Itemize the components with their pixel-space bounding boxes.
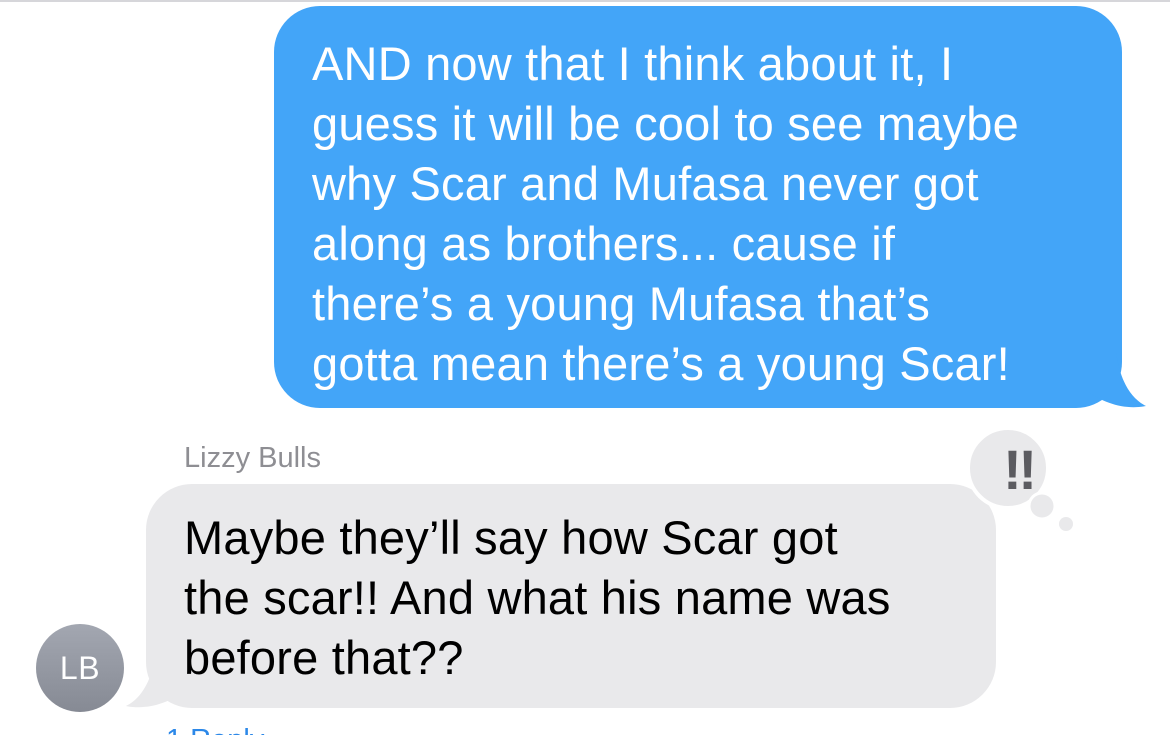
exclamation-tapback-icon[interactable]: ‼ xyxy=(956,420,1076,540)
message-thread: AND now that I think about it, I guess i… xyxy=(0,0,1170,735)
received-bubble-tail xyxy=(126,652,186,708)
received-message-text: Maybe they’ll say how Scar got the scar!… xyxy=(184,511,891,684)
received-message-bubble[interactable]: Maybe they’ll say how Scar got the scar!… xyxy=(146,484,996,708)
sent-message-text: AND now that I think about it, I guess i… xyxy=(312,37,1019,390)
tapback-glyph: ‼ xyxy=(1003,438,1037,501)
avatar[interactable]: LB xyxy=(36,624,124,712)
sent-message-bubble[interactable]: AND now that I think about it, I guess i… xyxy=(274,6,1122,408)
top-divider xyxy=(0,0,1170,2)
sender-name: Lizzy Bulls xyxy=(184,442,321,474)
sent-bubble-tail xyxy=(1086,352,1146,408)
replies-link[interactable]: 1 Reply xyxy=(166,722,264,735)
